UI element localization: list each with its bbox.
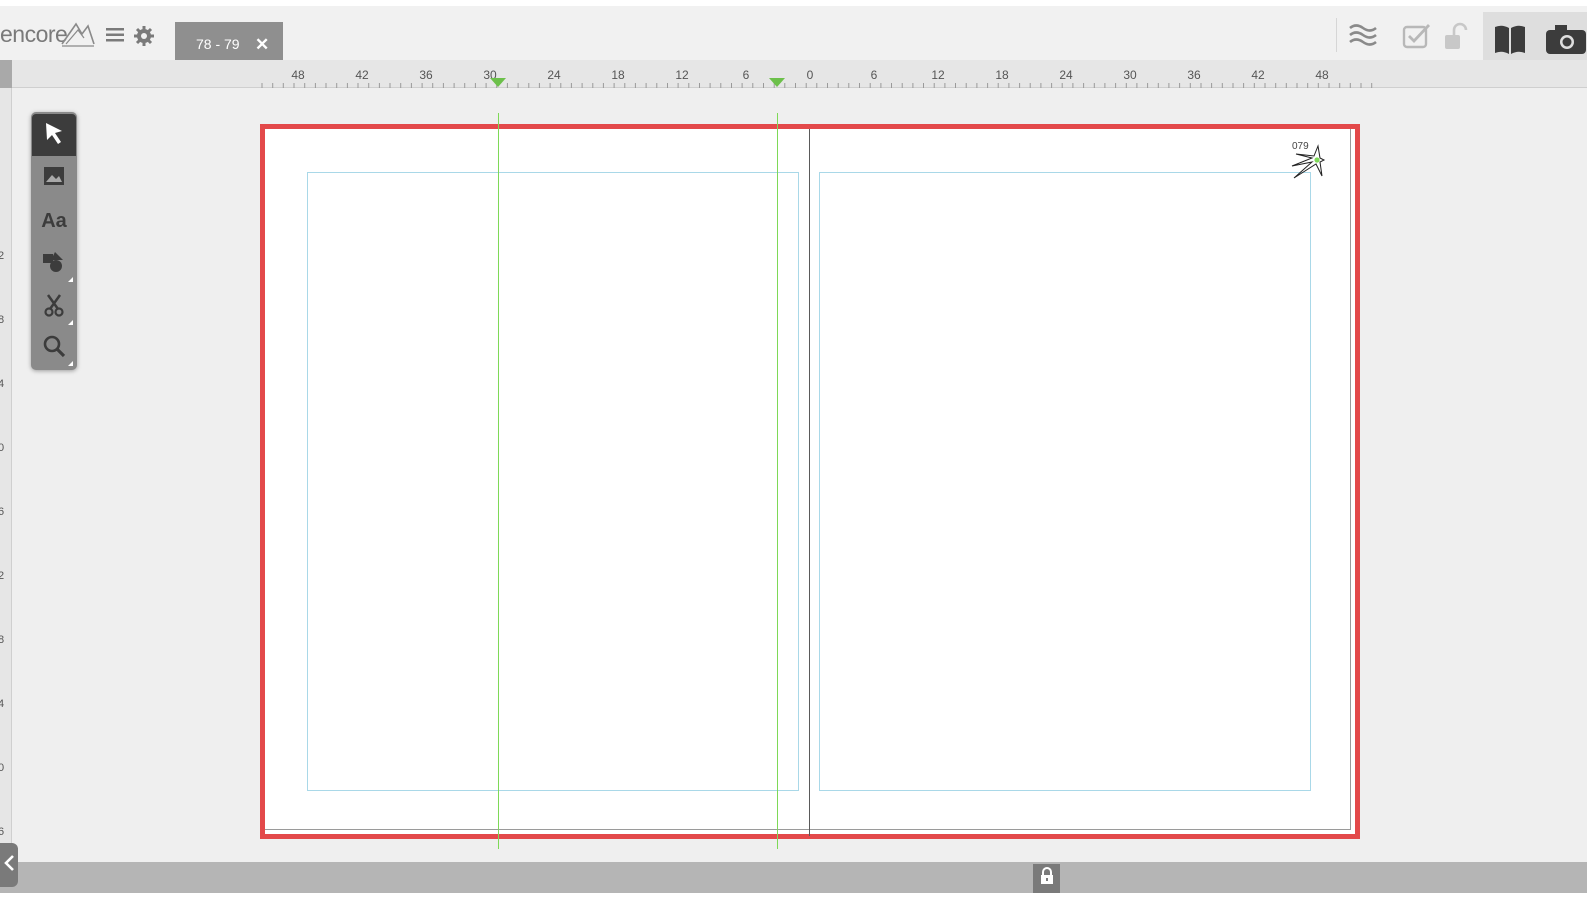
ruler-label: 2	[0, 570, 4, 582]
image-icon	[43, 166, 65, 191]
ruler-label: 12	[675, 68, 689, 82]
shapes-icon	[42, 251, 66, 278]
ruler-label: 4	[0, 698, 4, 710]
scissors-icon	[43, 293, 65, 322]
ruler-label: 0	[806, 68, 814, 82]
checklist-icon[interactable]	[1402, 22, 1432, 55]
right-page-margin	[819, 172, 1311, 791]
ruler-label: 42	[1251, 68, 1265, 82]
cut-tool[interactable]	[32, 286, 76, 328]
ruler-label: 6	[870, 68, 878, 82]
left-page-margin	[307, 172, 799, 791]
lock-icon	[1040, 867, 1054, 890]
waves-icon[interactable]	[1348, 22, 1378, 53]
collapse-panel-button[interactable]	[0, 843, 18, 887]
app-logo: encore	[0, 21, 68, 47]
submenu-indicator	[68, 277, 73, 282]
ruler-label: 8	[0, 314, 4, 326]
arrow-icon	[43, 121, 65, 150]
tab-label: 78 - 79	[196, 36, 240, 52]
logo-mark-icon	[60, 20, 96, 53]
ruler-label: 24	[1059, 68, 1073, 82]
ruler-label: 12	[931, 68, 945, 82]
camera-icon[interactable]	[1545, 24, 1587, 61]
ruler-label: 6	[0, 826, 4, 838]
spine-line	[809, 129, 810, 836]
ruler-label: 30	[1123, 68, 1137, 82]
tool-palette: Aa	[31, 112, 77, 370]
ruler-label: 36	[1187, 68, 1201, 82]
ruler-label: 18	[611, 68, 625, 82]
image-tool[interactable]	[32, 157, 76, 199]
ruler-label: 6	[0, 506, 4, 518]
guide-marker[interactable]	[769, 78, 785, 87]
top-bar: encore 78 - 79 ✕	[0, 0, 1587, 66]
horizontal-ruler[interactable]: 48 42 36 30 24 18 12 6 0 6 12 18 24 30 3…	[12, 60, 1587, 88]
lock-button[interactable]	[1033, 864, 1060, 893]
ruler-label: 48	[291, 68, 305, 82]
select-tool[interactable]	[32, 114, 76, 156]
zoom-tool[interactable]	[32, 327, 76, 369]
ruler-label: 18	[995, 68, 1009, 82]
view-mode-panel	[1483, 12, 1587, 66]
ruler-label: 0	[0, 442, 4, 454]
ruler-label: 8	[0, 634, 4, 646]
ruler-label: 42	[355, 68, 369, 82]
menu-icon[interactable]	[105, 27, 125, 48]
ruler-label: 2	[0, 250, 4, 262]
submenu-indicator	[68, 361, 73, 366]
ruler-ticks	[261, 83, 1373, 88]
text-tool[interactable]: Aa	[32, 200, 76, 242]
vertical-guide[interactable]	[777, 113, 778, 849]
ruler-label: 0	[0, 762, 4, 774]
page-spread[interactable]	[260, 124, 1360, 839]
unlock-icon[interactable]	[1444, 22, 1468, 57]
toolbar-divider	[1336, 18, 1337, 52]
shape-tool[interactable]	[32, 243, 76, 285]
chevron-left-icon	[3, 854, 15, 877]
book-icon[interactable]	[1493, 22, 1527, 61]
ruler-label: 24	[547, 68, 561, 82]
ruler-label: 36	[419, 68, 433, 82]
magnifier-icon	[42, 334, 66, 363]
ruler-corner	[0, 60, 12, 88]
ruler-label: 6	[742, 68, 750, 82]
close-icon[interactable]: ✕	[255, 35, 269, 55]
ruler-label: 48	[1315, 68, 1329, 82]
text-icon: Aa	[41, 209, 67, 232]
vertical-guide[interactable]	[498, 113, 499, 849]
gear-icon[interactable]	[133, 25, 155, 52]
vertical-ruler[interactable]: 2 8 4 0 6 2 8 4 0 6	[0, 88, 12, 860]
guide-marker[interactable]	[490, 78, 506, 87]
submenu-indicator	[68, 320, 73, 325]
ruler-label: 4	[0, 378, 4, 390]
bottom-strip	[0, 893, 1587, 907]
bottom-bar	[0, 862, 1587, 893]
folio-ornament-icon	[1290, 144, 1326, 185]
